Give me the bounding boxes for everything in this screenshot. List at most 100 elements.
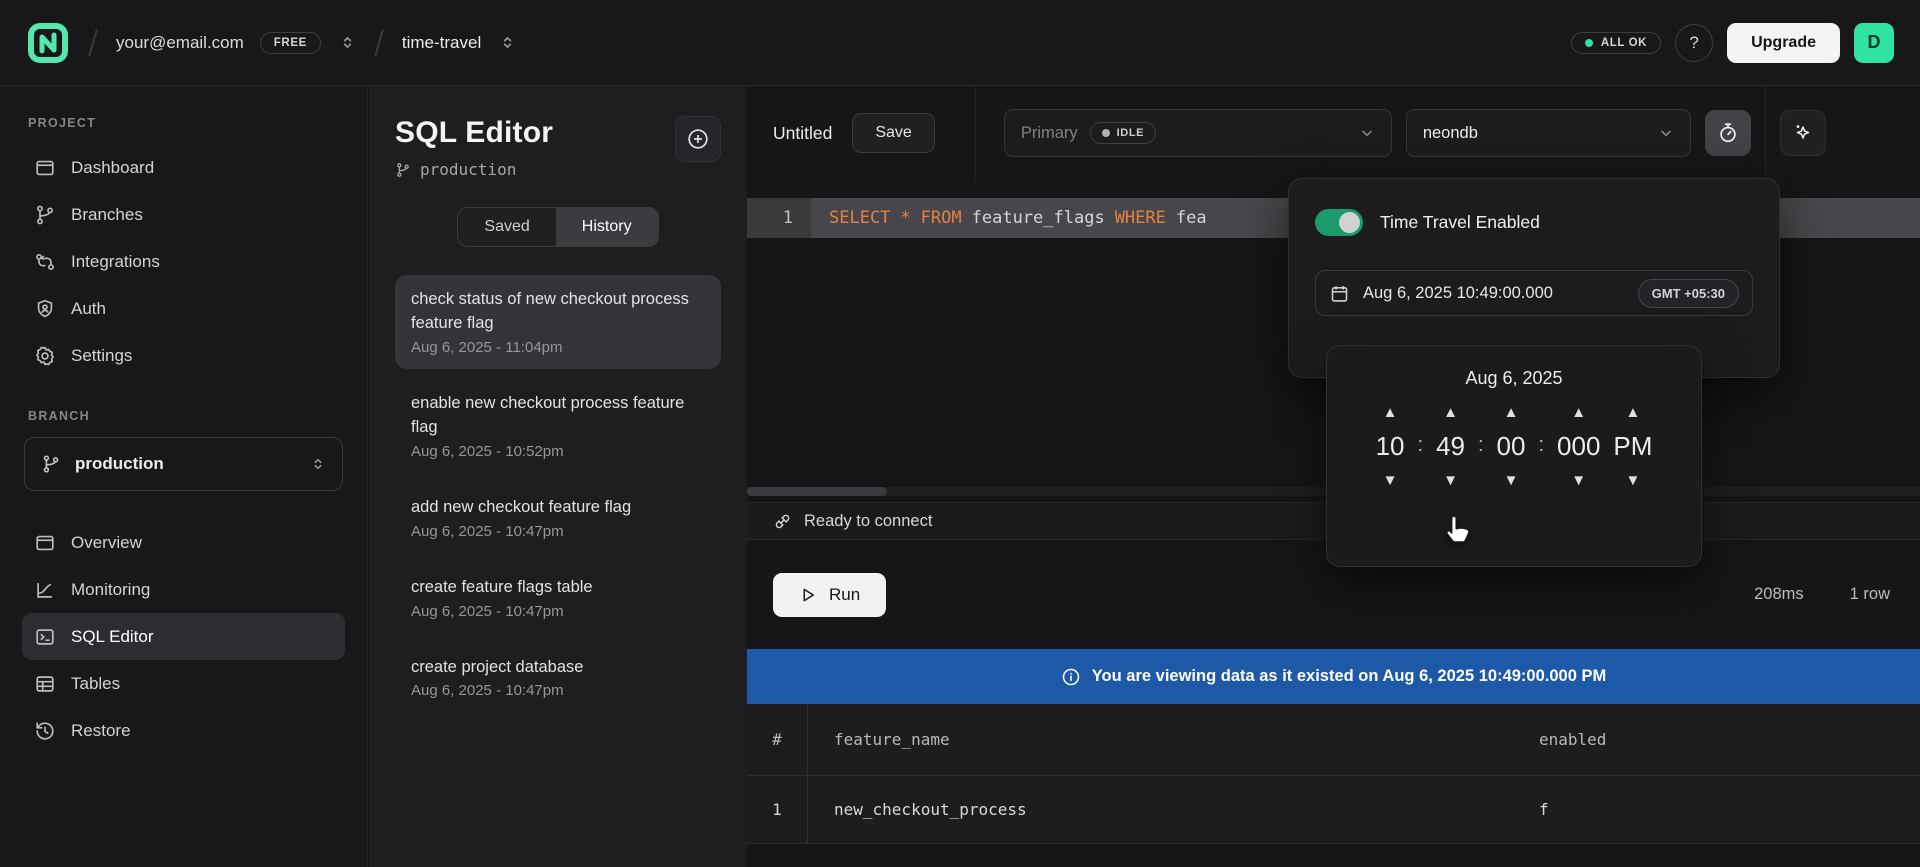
sidebar-item-tables[interactable]: Tables bbox=[22, 660, 345, 707]
project-switcher[interactable] bbox=[499, 34, 516, 51]
sidebar-item-restore[interactable]: Restore bbox=[22, 707, 345, 754]
history-item-date: Aug 6, 2025 - 10:47pm bbox=[411, 603, 705, 620]
sidebar-item-dashboard[interactable]: Dashboard bbox=[22, 144, 345, 191]
hours-up-button[interactable]: ▲ bbox=[1379, 403, 1402, 422]
org-email[interactable]: your@email.com bbox=[116, 33, 244, 53]
seconds-up-button[interactable]: ▲ bbox=[1500, 403, 1523, 422]
ai-assist-button[interactable] bbox=[1780, 110, 1826, 156]
sql-identifier: feature_flags bbox=[972, 208, 1105, 228]
sidebar-item-label: Branches bbox=[71, 205, 143, 225]
branch-selector[interactable]: production bbox=[24, 437, 343, 491]
editor-toolbar: Untitled Save Primary IDLE neondb bbox=[747, 86, 1920, 180]
sidebar-item-label: Integrations bbox=[71, 252, 160, 272]
sql-keyword: WHERE bbox=[1115, 208, 1166, 228]
row-index-cell: 1 bbox=[747, 776, 808, 843]
meridiem-up-button[interactable]: ▲ bbox=[1621, 403, 1644, 422]
sidebar-item-settings[interactable]: Settings bbox=[22, 332, 345, 379]
chevron-down-icon bbox=[1658, 125, 1674, 141]
sql-keyword: SELECT bbox=[829, 208, 890, 228]
stopwatch-icon bbox=[1717, 122, 1739, 144]
branch-badge: production bbox=[420, 160, 516, 179]
database-select[interactable]: neondb bbox=[1406, 109, 1691, 157]
sidebar-item-label: Tables bbox=[71, 674, 120, 694]
sidebar-item-branches[interactable]: Branches bbox=[22, 191, 345, 238]
save-button[interactable]: Save bbox=[852, 113, 934, 153]
top-bar: your@email.com FREE time-travel ALL OK ?… bbox=[0, 0, 1920, 86]
history-item[interactable]: create project database Aug 6, 2025 - 10… bbox=[395, 643, 721, 713]
upgrade-button[interactable]: Upgrade bbox=[1727, 23, 1840, 63]
idle-dot bbox=[1102, 129, 1110, 137]
datetime-input[interactable]: Aug 6, 2025 10:49:00.000 GMT +05:30 bbox=[1315, 270, 1753, 316]
chart-curve-icon bbox=[34, 579, 56, 601]
status-badge-label: ALL OK bbox=[1601, 37, 1647, 49]
time-travel-button[interactable] bbox=[1705, 110, 1751, 156]
workflow-icon bbox=[34, 251, 56, 273]
sql-keyword: FROM bbox=[921, 208, 962, 228]
scrollbar-thumb[interactable] bbox=[747, 487, 887, 496]
sidebar-item-overview[interactable]: Overview bbox=[22, 519, 345, 566]
status-badge[interactable]: ALL OK bbox=[1571, 32, 1661, 54]
minutes-down-button[interactable]: ▼ bbox=[1439, 471, 1462, 490]
time-travel-toggle[interactable] bbox=[1315, 209, 1363, 236]
seconds-down-button[interactable]: ▼ bbox=[1500, 471, 1523, 490]
meridiem-down-button[interactable]: ▼ bbox=[1621, 471, 1644, 490]
milliseconds-value: 000 bbox=[1557, 431, 1600, 462]
time-spinner: ▲ 10 ▼ : ▲ 49 ▼ : ▲ 00 ▼ : ▲ 000 ▼ ▲ PM … bbox=[1376, 403, 1653, 490]
neon-logo[interactable] bbox=[26, 21, 70, 65]
datetime-value: Aug 6, 2025 10:49:00.000 bbox=[1363, 284, 1553, 303]
gear-icon bbox=[34, 345, 56, 367]
toggle-knob bbox=[1339, 212, 1360, 233]
minutes-up-button[interactable]: ▲ bbox=[1439, 403, 1462, 422]
milliseconds-down-button[interactable]: ▼ bbox=[1567, 471, 1590, 490]
database-name: neondb bbox=[1423, 124, 1478, 143]
new-query-button[interactable] bbox=[675, 116, 721, 162]
history-list: check status of new checkout process fea… bbox=[395, 275, 721, 712]
chevron-updown-icon bbox=[499, 34, 516, 51]
history-item[interactable]: check status of new checkout process fea… bbox=[395, 275, 721, 369]
column-header-feature-name: feature_name bbox=[808, 730, 1539, 749]
sidebar-item-label: Settings bbox=[71, 346, 132, 366]
status-dot bbox=[1585, 39, 1593, 47]
avatar[interactable]: D bbox=[1854, 23, 1894, 63]
tab-saved[interactable]: Saved bbox=[458, 208, 555, 246]
compute-endpoint-select[interactable]: Primary IDLE bbox=[1004, 109, 1392, 157]
sparkles-icon bbox=[1792, 122, 1814, 144]
history-item-date: Aug 6, 2025 - 10:47pm bbox=[411, 682, 705, 699]
history-item-title: add new checkout feature flag bbox=[411, 496, 705, 520]
sidebar-item-label: Monitoring bbox=[71, 580, 150, 600]
history-item[interactable]: add new checkout feature flag Aug 6, 202… bbox=[395, 483, 721, 553]
results-header-row: # feature_name enabled bbox=[747, 704, 1920, 776]
timezone-badge: GMT +05:30 bbox=[1638, 279, 1739, 308]
tab-history[interactable]: History bbox=[556, 208, 658, 246]
meridiem-value: PM bbox=[1613, 431, 1652, 462]
browser-icon bbox=[34, 157, 56, 179]
run-button[interactable]: Run bbox=[773, 573, 886, 617]
sidebar-item-integrations[interactable]: Integrations bbox=[22, 238, 345, 285]
org-switcher[interactable] bbox=[339, 34, 356, 51]
toolbar-divider bbox=[1765, 86, 1766, 180]
time-separator: : bbox=[1538, 434, 1544, 459]
history-item[interactable]: create feature flags table Aug 6, 2025 -… bbox=[395, 563, 721, 633]
plan-badge: FREE bbox=[260, 32, 321, 54]
sidebar-item-monitoring[interactable]: Monitoring bbox=[22, 566, 345, 613]
milliseconds-up-button[interactable]: ▲ bbox=[1567, 403, 1590, 422]
table-row[interactable]: 1 new_checkout_process f bbox=[747, 776, 1920, 844]
terminal-icon bbox=[34, 626, 56, 648]
sidebar-item-sql-editor[interactable]: SQL Editor bbox=[22, 613, 345, 660]
endpoint-status-label: IDLE bbox=[1117, 127, 1144, 139]
sidebar-item-label: SQL Editor bbox=[71, 627, 154, 647]
shield-user-icon bbox=[34, 298, 56, 320]
history-clock-icon bbox=[34, 720, 56, 742]
project-name[interactable]: time-travel bbox=[402, 33, 481, 53]
sidebar-item-auth[interactable]: Auth bbox=[22, 285, 345, 332]
branch-section-label: BRANCH bbox=[28, 409, 339, 423]
time-separator: : bbox=[1478, 434, 1484, 459]
calendar-icon bbox=[1329, 283, 1350, 304]
feature-name-cell: new_checkout_process bbox=[808, 800, 1539, 819]
history-item[interactable]: enable new checkout process feature flag… bbox=[395, 379, 721, 473]
hours-down-button[interactable]: ▼ bbox=[1379, 471, 1402, 490]
help-button[interactable]: ? bbox=[1675, 24, 1713, 62]
history-item-title: create project database bbox=[411, 656, 705, 680]
breadcrumb-separator bbox=[374, 29, 384, 56]
run-button-label: Run bbox=[829, 585, 860, 605]
